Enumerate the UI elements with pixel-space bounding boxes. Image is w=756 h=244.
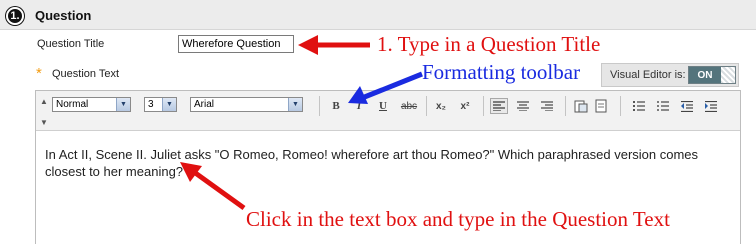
annotation-text-hint: Click in the text box and type in the Qu… (246, 207, 670, 231)
annotation-title-hint: 1. Type in a Question Title (377, 32, 601, 56)
unordered-list-button[interactable] (654, 98, 672, 114)
toolbar-expand-down-icon[interactable]: ▼ (40, 118, 48, 127)
toolbar-divider (565, 96, 566, 116)
ordered-list-button[interactable] (630, 98, 648, 114)
chevron-down-icon: ▼ (162, 98, 176, 111)
question-text-label: Question Text (52, 68, 120, 80)
step-number-badge: 1. (6, 7, 24, 25)
paste-text-button[interactable] (572, 98, 590, 114)
chevron-down-icon: ▼ (116, 98, 130, 111)
toolbar-collapse-up-icon[interactable]: ▲ (40, 97, 48, 106)
align-center-icon (517, 101, 529, 111)
ordered-list-icon (633, 100, 645, 111)
visual-editor-toggle[interactable]: ON (688, 66, 736, 84)
align-left-icon (493, 101, 505, 111)
section-header (0, 0, 756, 30)
bold-button[interactable]: B (327, 98, 345, 114)
outdent-icon (681, 100, 693, 112)
size-select-value: 3 (148, 99, 154, 110)
toolbar-divider (620, 96, 621, 116)
align-left-button[interactable] (490, 98, 508, 114)
format-select[interactable]: Normal ▼ (52, 97, 131, 112)
unordered-list-icon (657, 100, 669, 111)
question-title-input[interactable] (178, 35, 294, 53)
toolbar-divider (483, 96, 484, 116)
toolbar-divider (319, 96, 320, 116)
indent-icon (705, 100, 717, 112)
font-select-value: Arial (194, 99, 215, 110)
align-right-icon (541, 101, 553, 111)
superscript-button[interactable]: x² (456, 98, 474, 114)
annotation-arrow-title (298, 35, 370, 55)
section-title: Question (35, 8, 92, 23)
visual-editor-label: Visual Editor is: (610, 69, 686, 81)
paste-word-icon (595, 99, 607, 113)
font-select[interactable]: Arial ▼ (190, 97, 303, 112)
annotation-arrow-toolbar (348, 71, 423, 104)
align-center-button[interactable] (514, 98, 532, 114)
question-text-content[interactable]: In Act II, Scene II. Juliet asks "O Rome… (45, 146, 735, 180)
toolbar-divider (426, 96, 427, 116)
annotation-arrow-textbox (180, 162, 246, 211)
required-icon: * (36, 65, 42, 82)
visual-editor-on-state: ON (689, 67, 721, 83)
format-select-value: Normal (56, 99, 89, 110)
align-right-button[interactable] (538, 98, 556, 114)
paste-word-button[interactable] (592, 98, 610, 114)
paste-text-icon (574, 100, 588, 113)
indent-button[interactable] (702, 98, 720, 114)
question-title-label: Question Title (37, 38, 105, 50)
size-select[interactable]: 3 ▼ (144, 97, 177, 112)
visual-editor-off-handle (721, 67, 735, 83)
chevron-down-icon: ▼ (288, 98, 302, 111)
subscript-button[interactable]: x₂ (432, 98, 450, 114)
outdent-button[interactable] (678, 98, 696, 114)
annotation-toolbar-hint: Formatting toolbar (422, 60, 581, 84)
